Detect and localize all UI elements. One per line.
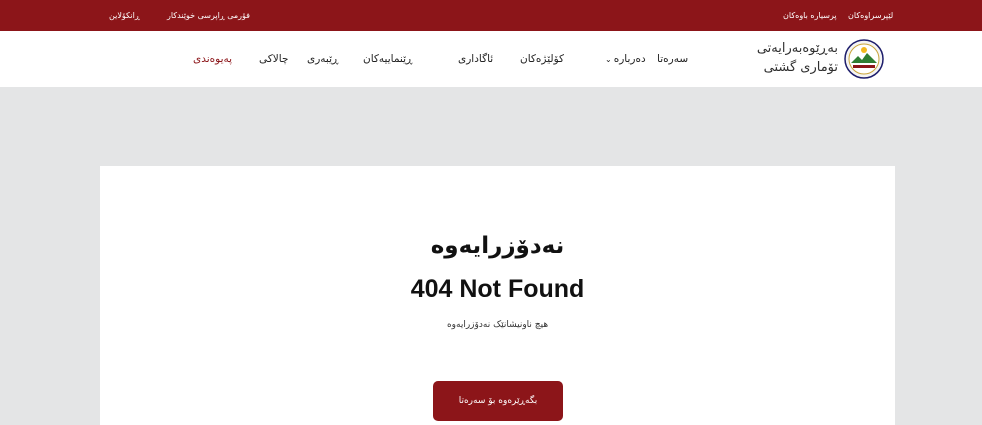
not-found-message: هیچ ناونیشانێک نەدۆزرایەوە <box>446 320 549 330</box>
chevron-down-icon: ⌄ <box>605 55 612 64</box>
not-found-heading-ku: نەدۆزرایەوە <box>430 233 565 259</box>
topbar-link-student-survey[interactable]: فۆرمی ڕاپرسی خوێندکار <box>167 0 250 31</box>
nav-item-guidelines[interactable]: ڕێنماییەکان <box>363 31 412 87</box>
back-home-button[interactable]: بگەڕێرەوە بۆ سەرەتا <box>433 381 563 421</box>
nav-item-activities[interactable]: چالاکی <box>259 31 288 87</box>
seal-logo-icon <box>844 39 884 79</box>
nav-item-home[interactable]: سەرەتا <box>657 31 688 87</box>
brand-line-2: تۆماری گشتی <box>763 60 838 75</box>
site-logo[interactable] <box>844 39 884 79</box>
nav-item-about[interactable]: ⌄ دەربارە <box>605 31 646 87</box>
not-found-card: نەدۆزرایەوە 404 Not Found هیچ ناونیشانێک… <box>100 166 895 425</box>
nav-item-announcements[interactable]: ئاگاداری <box>458 31 493 87</box>
topbar-link-officials[interactable]: لێپرسراوەکان <box>848 0 893 31</box>
brand-line-1: بەڕێوەبەرایەتی <box>756 41 838 56</box>
topbar-link-ranklogin[interactable]: ڕانکۆلاین <box>109 0 140 31</box>
nav-item-colleges[interactable]: کۆلێژەکان <box>520 31 564 87</box>
main-navbar: بەڕێوەبەرایەتی تۆماری گشتی سەرەتا ⌄ دەربا… <box>0 31 982 87</box>
top-utility-bar: لێپرسراوەکان پرسیارە باوەکان فۆرمی ڕاپرس… <box>0 0 982 31</box>
topbar-link-faq[interactable]: پرسیارە باوەکان <box>783 0 837 31</box>
nav-item-about-label: دەربارە <box>613 53 646 65</box>
brand-title[interactable]: بەڕێوەبەرایەتی تۆماری گشتی <box>724 39 838 77</box>
nav-item-guide[interactable]: ڕێبەری <box>307 31 338 87</box>
nav-item-contact[interactable]: پەیوەندی <box>193 31 232 87</box>
not-found-heading-en: 404 Not Found <box>410 275 585 303</box>
